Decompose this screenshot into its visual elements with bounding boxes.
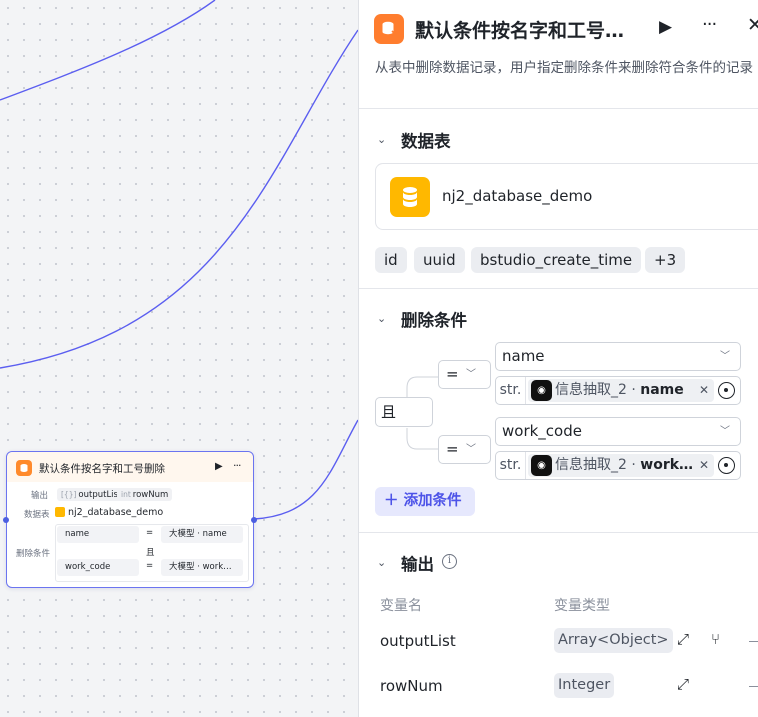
plus-icon: ＋ <box>384 493 404 509</box>
col-header-name: 变量名 <box>380 598 422 614</box>
column-tag: id <box>375 247 407 273</box>
logic-select[interactable]: 且 <box>375 397 433 427</box>
input-port[interactable] <box>3 517 9 523</box>
expand-icon[interactable]: ⤢ <box>677 675 689 693</box>
table-small-icon <box>55 507 65 517</box>
run-icon[interactable]: ▶ <box>215 461 223 472</box>
remove-icon[interactable] <box>749 641 758 642</box>
node-header: 默认条件按名字和工号删除 ▶ ··· <box>7 452 253 482</box>
value-type-label: str. <box>496 377 526 404</box>
node-config-panel: 默认条件按名字和工号… ▶ ··· ✕ 从表中删除数据记录，用户指定删除条件来删… <box>358 0 758 717</box>
chevron-down-icon: ﹀ <box>720 426 730 437</box>
database-delete-icon <box>374 14 404 44</box>
edges-layer <box>0 0 359 520</box>
clear-icon[interactable]: ✕ <box>699 454 709 477</box>
variable-picker-icon[interactable] <box>718 457 735 474</box>
database-delete-icon <box>16 460 32 476</box>
expand-icon[interactable]: ⤢ <box>677 630 689 648</box>
node-cond-value: 大模型 · name <box>161 526 243 543</box>
node-cond-op: = <box>146 561 154 571</box>
divider <box>359 532 758 533</box>
more-columns-tag[interactable]: +3 <box>645 247 686 273</box>
field-select[interactable]: work_code ﹀ <box>495 417 741 446</box>
delete-node-card[interactable]: 默认条件按名字和工号删除 ▶ ··· 输出 [{}] outputList int… <box>3 451 257 588</box>
divider <box>359 108 758 109</box>
node-output-pill: int rowNum <box>117 488 173 501</box>
operator-select[interactable]: = ﹀ <box>438 435 491 464</box>
add-child-icon[interactable]: ⑂ <box>711 630 720 648</box>
chevron-down-icon: ﹀ <box>720 351 730 362</box>
more-icon[interactable]: ··· <box>233 459 241 472</box>
value-type-label: str. <box>496 452 526 479</box>
output-var-name: rowNum <box>380 677 443 695</box>
node-cond-field: name <box>57 526 139 543</box>
output-var-name: outputList <box>380 632 456 650</box>
node-output-pill: [{}] outputList <box>57 488 126 501</box>
node-cond-value: 大模型 · work… <box>161 559 243 576</box>
output-port[interactable] <box>251 517 257 523</box>
value-input[interactable]: str. ◉ 信息抽取_2 · name ✕ <box>495 376 741 405</box>
more-icon[interactable]: ··· <box>702 14 717 35</box>
panel-title[interactable]: 默认条件按名字和工号… <box>415 16 624 43</box>
variable-reference[interactable]: ◉ 信息抽取_2 · work… ✕ <box>528 454 714 477</box>
output-section-title[interactable]: 输出 <box>401 551 434 575</box>
chevron-down-icon[interactable]: ⌄ <box>377 312 386 325</box>
node-table-name: nj2_database_demo <box>68 507 164 518</box>
node-cond-field: work_code <box>57 559 139 576</box>
node-cond-logic: 且 <box>146 548 155 558</box>
value-input[interactable]: str. ◉ 信息抽取_2 · work… ✕ <box>495 451 741 480</box>
divider <box>359 288 758 289</box>
field-select[interactable]: name ﹀ <box>495 342 741 371</box>
run-icon[interactable]: ▶ <box>659 17 672 37</box>
node-table-label: 数据表 <box>24 510 50 520</box>
edge-top <box>0 0 216 101</box>
chevron-down-icon[interactable]: ⌄ <box>377 133 386 146</box>
column-tag: bstudio_create_time <box>471 247 642 273</box>
column-tag: uuid <box>414 247 465 273</box>
output-var-type: Integer <box>554 673 615 698</box>
database-icon <box>390 177 430 217</box>
edge-node-out <box>253 419 359 520</box>
node-cond-op: = <box>146 528 154 538</box>
clear-icon[interactable]: ✕ <box>699 379 709 402</box>
info-icon[interactable]: i <box>442 554 457 569</box>
workflow-canvas[interactable]: 默认条件按名字和工号删除 ▶ ··· 输出 [{}] outputList int… <box>0 0 360 717</box>
node-title: 默认条件按名字和工号删除 <box>39 463 165 475</box>
variable-reference[interactable]: ◉ 信息抽取_2 · name ✕ <box>528 379 714 402</box>
bot-icon: ◉ <box>531 455 552 476</box>
database-section-title[interactable]: 数据表 <box>401 128 451 152</box>
edge-middle <box>0 29 359 369</box>
database-card[interactable]: nj2_database_demo <box>375 163 758 230</box>
col-header-type: 变量类型 <box>554 598 610 614</box>
bot-icon: ◉ <box>531 380 552 401</box>
node-delete-label: 删除条件 <box>16 549 51 559</box>
panel-description: 从表中删除数据记录，用户指定删除条件来删除符合条件的记录 <box>375 60 753 76</box>
chevron-down-icon: ﹀ <box>466 369 476 380</box>
database-name: nj2_database_demo <box>442 187 593 205</box>
delete-section-title[interactable]: 删除条件 <box>401 307 467 331</box>
node-output-label: 输出 <box>31 491 49 501</box>
remove-icon[interactable] <box>749 686 758 687</box>
close-icon[interactable]: ✕ <box>747 14 758 36</box>
chevron-down-icon[interactable]: ⌄ <box>377 556 386 569</box>
add-condition-button[interactable]: ＋ 添加条件 <box>375 487 475 516</box>
chevron-down-icon: ﹀ <box>466 444 476 455</box>
variable-picker-icon[interactable] <box>718 382 735 399</box>
output-var-type: Array<Object> <box>554 628 673 653</box>
operator-select[interactable]: = ﹀ <box>438 360 491 389</box>
